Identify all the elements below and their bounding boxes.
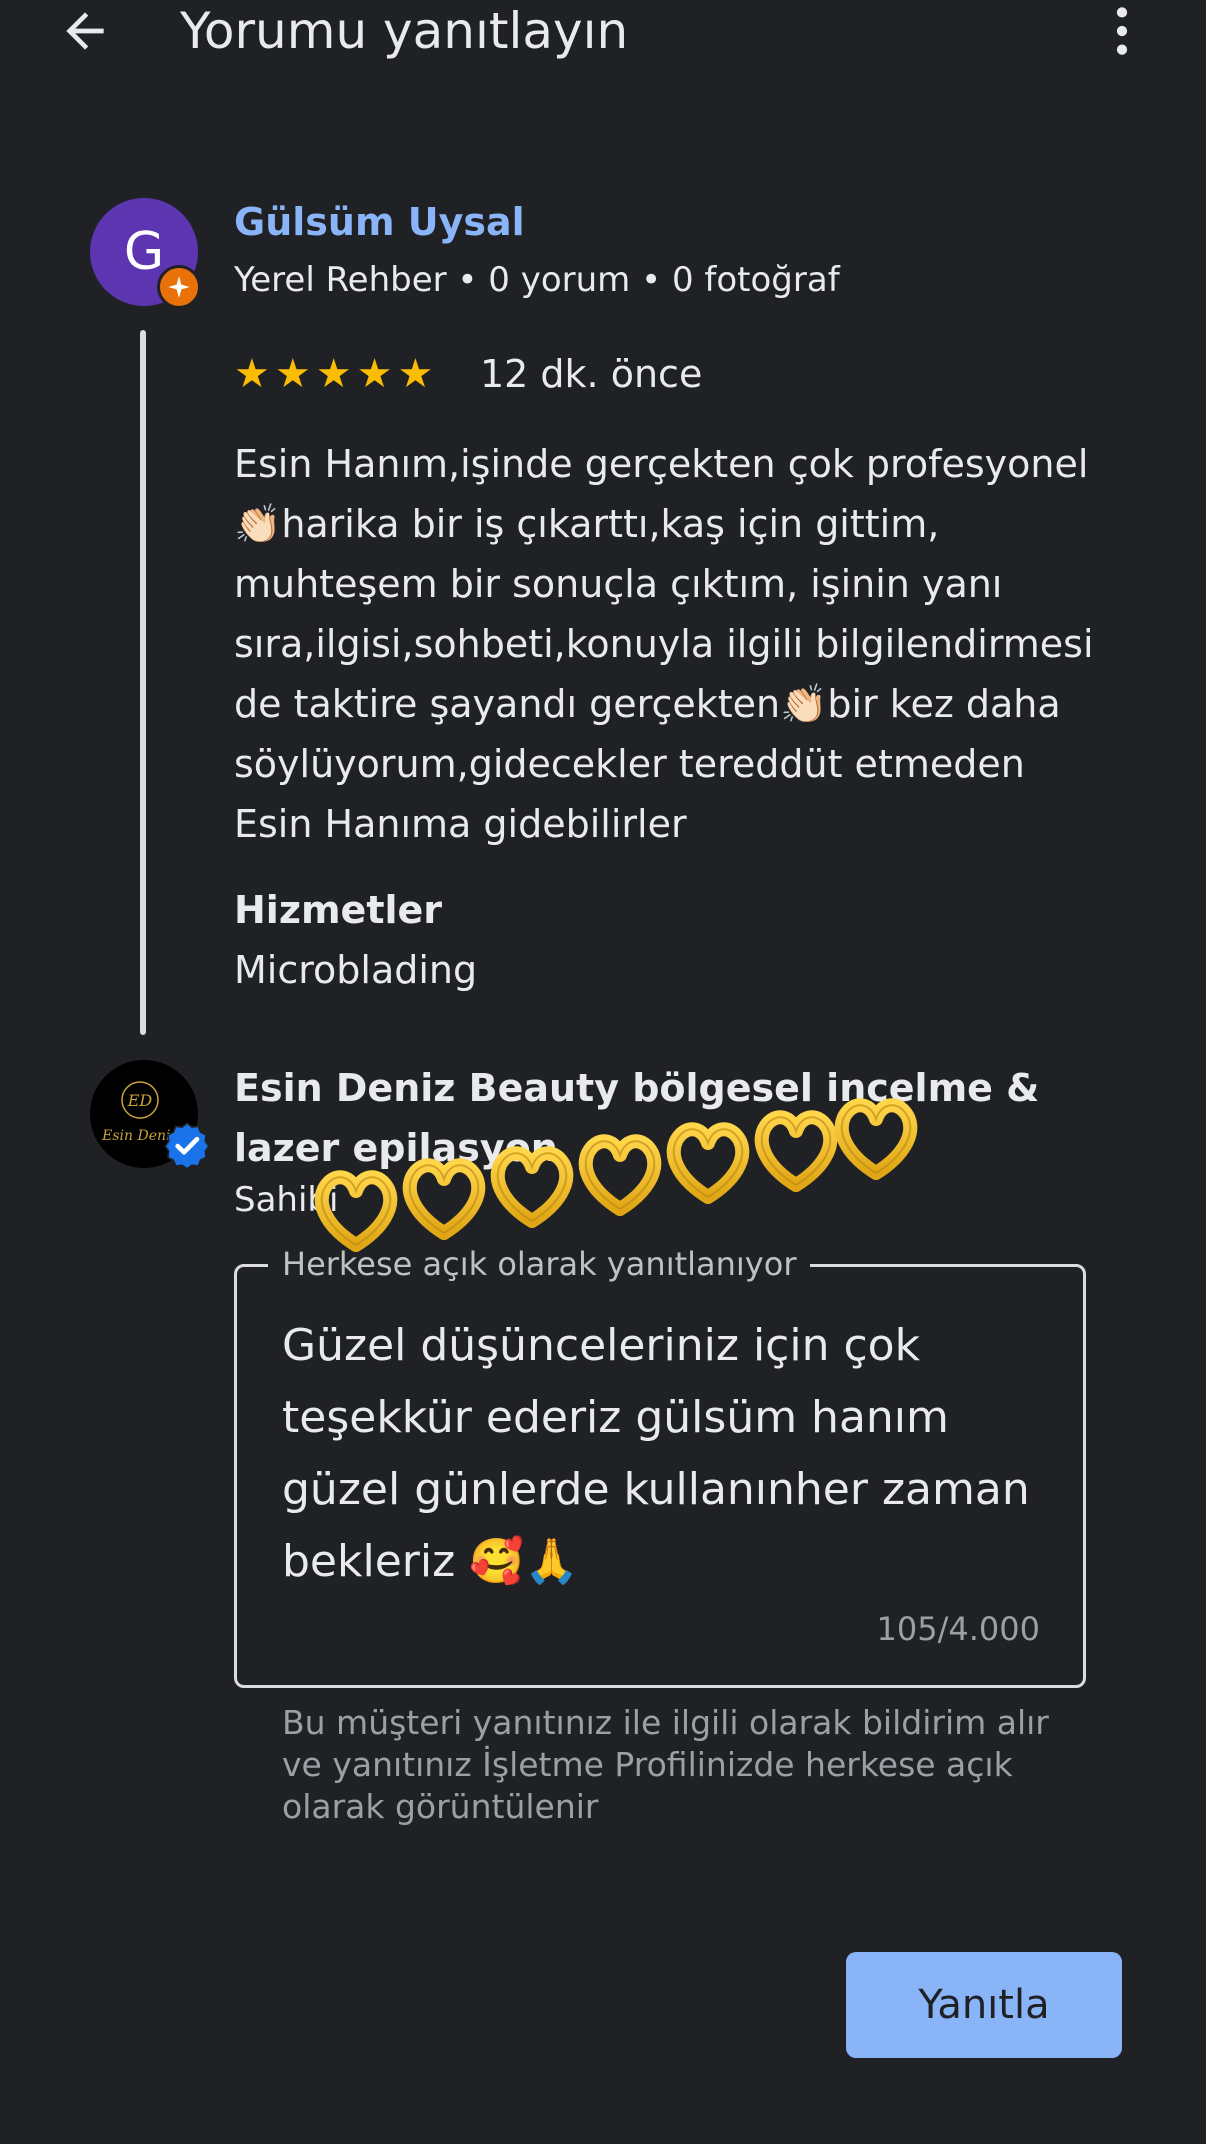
star-icon: ★	[397, 351, 434, 397]
thread-line	[140, 330, 146, 1035]
star-icon: ★	[234, 351, 270, 397]
arrow-back-icon	[66, 12, 104, 50]
business-name: Esin Deniz Beauty bölgesel incelme & laz…	[234, 1066, 1040, 1170]
more-vert-icon	[1116, 7, 1128, 55]
reply-input[interactable]: Güzel düşünceleriniz için çok teşekkür e…	[282, 1310, 1052, 1598]
back-button[interactable]	[50, 0, 120, 62]
reviewer-name[interactable]: Gülsüm Uysal	[234, 200, 525, 244]
helper-text: Bu müşteri yanıtınız ile ilgili olarak b…	[282, 1703, 1049, 1826]
review-time: 12 dk. önce	[480, 352, 703, 396]
services-heading: Hizmetler	[234, 888, 443, 932]
star-rating: ★ ★ ★ ★ ★	[234, 350, 433, 398]
star-icon: ★	[356, 351, 393, 397]
verified-badge-icon	[162, 1120, 212, 1170]
reply-submit-button[interactable]: Yanıtla	[846, 1952, 1122, 2058]
owner-role: Sahibi	[234, 1180, 339, 1220]
page-title: Yorumu yanıtlayın	[180, 2, 629, 60]
character-counter: 105/4.000	[876, 1610, 1040, 1648]
reply-label: Herkese açık olarak yanıtlanıyor	[268, 1244, 811, 1284]
local-guide-badge-icon	[157, 265, 201, 309]
services-value: Microblading	[234, 948, 478, 992]
reviewer-meta: Yerel Rehber • 0 yorum • 0 fotoğraf	[234, 260, 840, 300]
logo-initials: ED	[127, 1091, 153, 1110]
more-options-button[interactable]	[1094, 0, 1150, 62]
star-icon: ★	[315, 351, 352, 397]
review-text: Esin Hanım,işinde gerçekten çok profesyo…	[234, 442, 1106, 846]
star-icon: ★	[274, 351, 311, 397]
